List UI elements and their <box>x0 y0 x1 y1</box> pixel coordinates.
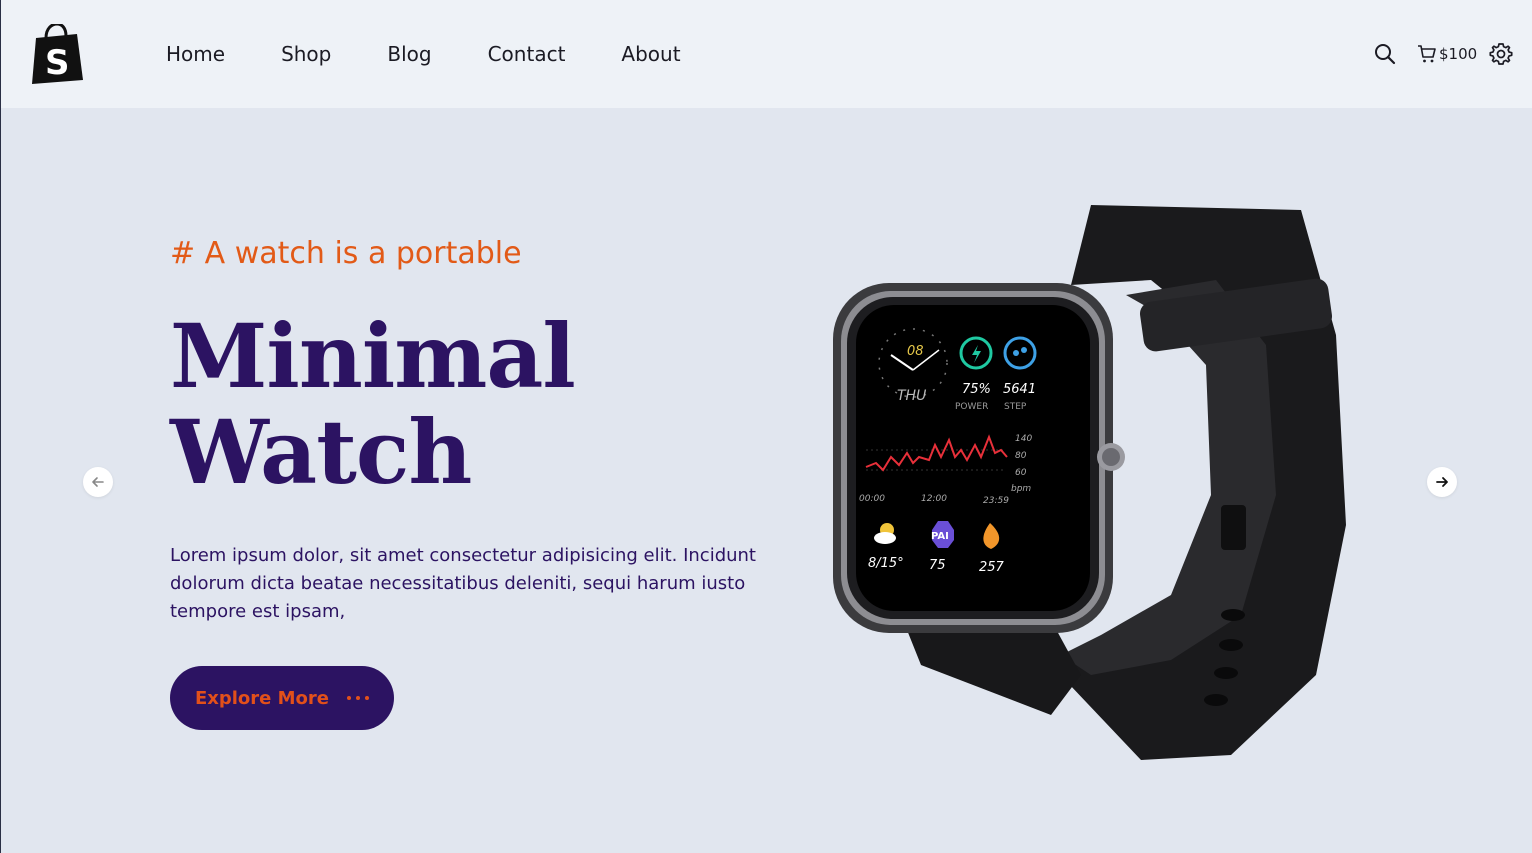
hero-title: Minimal Watch <box>170 308 730 500</box>
watch-pai-badge: PAI <box>931 531 949 542</box>
explore-more-label: Explore More <box>194 687 330 709</box>
time-end: 23:59 <box>983 496 1009 506</box>
time-mid: 12:00 <box>921 494 947 504</box>
watch-hour: 08 <box>907 344 924 359</box>
nav-about[interactable]: About <box>621 42 680 66</box>
watch-step-label: STEP <box>1004 402 1027 412</box>
hero-title-line1: Minimal <box>170 304 576 408</box>
nav-contact[interactable]: Contact <box>488 42 566 66</box>
time-start: 00:00 <box>859 494 885 504</box>
watch-power-label: POWER <box>955 402 988 412</box>
logo-letter: S <box>45 43 70 83</box>
watch-step-value: 5641 <box>1003 382 1036 397</box>
hero-title-line2: Watch <box>170 400 472 504</box>
cart-button[interactable]: $100 <box>1417 44 1477 64</box>
settings-button[interactable] <box>1489 42 1513 66</box>
watch-pai-value: 75 <box>929 558 946 573</box>
watch-weather: 8/15° <box>868 556 904 571</box>
navbar: S Home Shop Blog Contact About $100 <box>1 0 1532 108</box>
hr-scale-80: 80 <box>1015 451 1027 461</box>
nav-blog[interactable]: Blog <box>387 42 431 66</box>
nav-home[interactable]: Home <box>166 42 225 66</box>
hr-scale-unit: bpm <box>1011 484 1031 494</box>
explore-more-button[interactable]: Explore More <box>170 666 394 730</box>
shopify-logo[interactable]: S <box>30 24 83 84</box>
hr-scale-140: 140 <box>1015 434 1032 444</box>
arrow-right-icon <box>1436 477 1448 487</box>
hr-scale-60: 60 <box>1015 468 1027 478</box>
smartwatch-image: 08 THU 75% POWER 5641 STEP 140 80 60 bpm… <box>821 195 1361 770</box>
search-icon <box>1375 44 1396 65</box>
hero-tagline: # A watch is a portable <box>170 236 522 271</box>
cart-icon <box>1418 45 1436 63</box>
watch-calories: 257 <box>979 560 1005 575</box>
slider-prev-button[interactable] <box>83 467 113 497</box>
gear-icon <box>1489 43 1513 65</box>
watch-day: THU <box>897 388 926 404</box>
arrow-left-icon <box>92 477 104 487</box>
more-dots-icon <box>347 696 370 700</box>
search-button[interactable] <box>1374 43 1396 65</box>
watch-power-value: 75% <box>962 382 991 397</box>
nav-shop[interactable]: Shop <box>281 42 331 66</box>
cart-amount: $100 <box>1439 45 1478 63</box>
main-nav: Home Shop Blog Contact About <box>166 0 681 108</box>
slider-next-button[interactable] <box>1427 467 1457 497</box>
hero-description: Lorem ipsum dolor, sit amet consectetur … <box>170 545 756 622</box>
